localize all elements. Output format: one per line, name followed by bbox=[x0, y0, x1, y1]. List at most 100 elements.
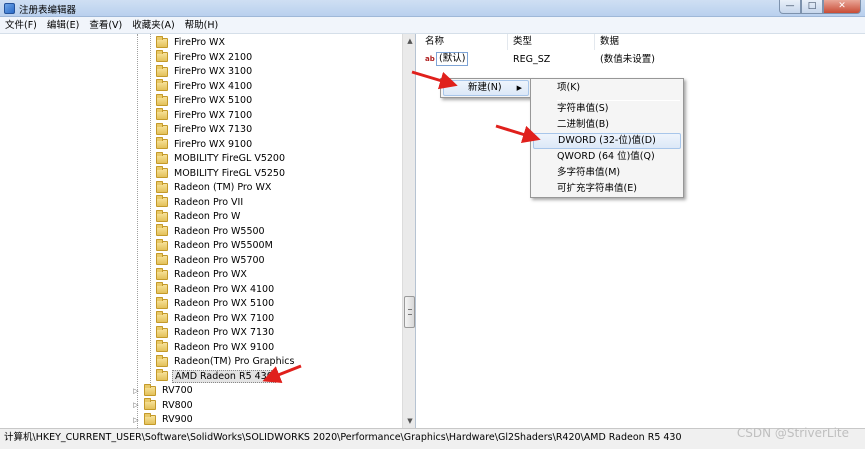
submenu-dword-value[interactable]: DWORD (32-位)值(D) bbox=[533, 133, 681, 149]
tree-guide-line bbox=[137, 34, 138, 428]
tree-item-label: FirePro WX 7130 bbox=[174, 124, 253, 136]
tree-item[interactable]: Radeon Pro WX 5100 bbox=[156, 296, 276, 312]
expand-arrow-icon[interactable]: ▷ bbox=[132, 401, 140, 409]
folder-icon bbox=[144, 412, 156, 425]
scroll-up-icon[interactable]: ▲ bbox=[403, 34, 415, 48]
menu-file[interactable]: 文件(F) bbox=[0, 17, 42, 34]
tree-vertical-scrollbar[interactable]: ▲ ▼ bbox=[402, 34, 415, 428]
tree-item[interactable]: FirePro WX bbox=[156, 35, 227, 51]
window-controls: — □ ✕ bbox=[779, 0, 861, 14]
tree-item-label: FirePro WX 3100 bbox=[174, 66, 253, 78]
folder-icon bbox=[156, 137, 168, 150]
menu-bar: 文件(F) 编辑(E) 查看(V) 收藏夹(A) 帮助(H) bbox=[0, 17, 865, 34]
tree-item[interactable]: Radeon(TM) Pro Graphics bbox=[156, 354, 296, 370]
folder-icon bbox=[156, 267, 168, 280]
folder-icon bbox=[156, 238, 168, 251]
tree-item-label: Radeon Pro W5700 bbox=[174, 254, 265, 266]
folder-icon bbox=[144, 398, 156, 411]
submenu-arrow-icon: ▶ bbox=[516, 84, 522, 92]
folder-icon bbox=[144, 383, 156, 396]
key-tree-pane[interactable]: FirePro WX FirePro WX 2100 FirePro WX 3100… bbox=[0, 34, 416, 428]
tree-item[interactable]: Radeon Pro WX 7100 bbox=[156, 311, 276, 326]
tree-item[interactable]: Radeon (TM) Pro WX bbox=[156, 180, 273, 196]
tree-item-label: MOBILITY FireGL V5250 bbox=[174, 167, 286, 179]
expand-arrow-icon[interactable]: ▷ bbox=[132, 387, 140, 395]
menu-favorites[interactable]: 收藏夹(A) bbox=[127, 17, 179, 34]
column-header-data[interactable]: 数据 bbox=[595, 34, 865, 50]
folder-icon bbox=[156, 195, 168, 208]
tree-item[interactable]: ▷ RV800 bbox=[132, 398, 195, 413]
expand-arrow-icon[interactable]: ▷ bbox=[132, 416, 140, 424]
scroll-thumb[interactable] bbox=[404, 296, 415, 328]
tree-item-label: Radeon Pro WX 4100 bbox=[174, 283, 275, 295]
tree-item-label: Radeon Pro WX 7130 bbox=[174, 327, 275, 339]
tree-item-label: Radeon Pro WX 9100 bbox=[174, 341, 275, 353]
tree-item[interactable]: FirePro WX 5100 bbox=[156, 93, 254, 109]
minimize-button[interactable]: — bbox=[779, 0, 801, 14]
tree-item[interactable]: Radeon Pro WX 4100 bbox=[156, 282, 276, 297]
tree-item[interactable]: Radeon Pro W5500M bbox=[156, 238, 275, 254]
tree-item-label: FirePro WX 2100 bbox=[174, 51, 253, 63]
tree-item[interactable]: FirePro WX 2100 bbox=[156, 50, 254, 65]
tree-item[interactable]: Radeon Pro VII bbox=[156, 195, 245, 210]
tree-item[interactable]: MOBILITY FireGL V5250 bbox=[156, 166, 287, 181]
context-new-label: 新建(N) bbox=[468, 82, 502, 93]
submenu-key[interactable]: 项(K) bbox=[533, 80, 681, 96]
tree-item[interactable]: ▷ RV700 bbox=[132, 383, 195, 399]
folder-icon bbox=[156, 122, 168, 135]
folder-icon bbox=[156, 224, 168, 237]
tree-item[interactable]: Radeon Pro W5700 bbox=[156, 253, 267, 268]
tree-item[interactable]: Radeon Pro WX 7130 bbox=[156, 325, 276, 341]
tree-item[interactable]: Radeon Pro W5500 bbox=[156, 224, 267, 239]
folder-icon bbox=[156, 209, 168, 222]
tree-item[interactable]: FirePro WX 9100 bbox=[156, 137, 254, 152]
context-menu: 新建(N) ▶ bbox=[440, 78, 532, 98]
folder-icon bbox=[156, 369, 168, 382]
watermark: CSDN @StriverLite bbox=[736, 426, 849, 440]
menu-edit[interactable]: 编辑(E) bbox=[42, 17, 84, 34]
tree-item[interactable]: FirePro WX 3100 bbox=[156, 64, 254, 80]
tree-item-label: FirePro WX bbox=[174, 37, 225, 49]
submenu-string-value[interactable]: 字符串值(S) bbox=[533, 101, 681, 117]
submenu-multi-string-value[interactable]: 多字符串值(M) bbox=[533, 165, 681, 181]
tree-item-label: AMD Radeon R5 430 bbox=[172, 369, 276, 383]
scroll-down-icon[interactable]: ▼ bbox=[403, 414, 415, 428]
tree-item-label: RV900 bbox=[162, 414, 193, 426]
column-header-type[interactable]: 类型 bbox=[508, 34, 595, 50]
submenu-expandable-string-value[interactable]: 可扩充字符串值(E) bbox=[533, 181, 681, 197]
title-bar: 注册表编辑器 — □ ✕ bbox=[0, 0, 865, 17]
tree-item-label: Radeon Pro WX 7100 bbox=[174, 312, 275, 324]
tree-item[interactable]: FirePro WX 7100 bbox=[156, 108, 254, 123]
column-header-name[interactable]: 名称 bbox=[420, 34, 508, 50]
folder-icon bbox=[156, 79, 168, 92]
tree-guide-line bbox=[150, 34, 151, 387]
tree-item[interactable]: ▷ RV900 bbox=[132, 412, 195, 428]
tree-item-label: Radeon Pro VII bbox=[174, 196, 244, 208]
context-new-item[interactable]: 新建(N) ▶ bbox=[443, 80, 529, 96]
tree-item[interactable]: AMD Radeon R5 430 bbox=[156, 369, 276, 384]
tree-item[interactable]: Radeon Pro WX 9100 bbox=[156, 340, 276, 355]
folder-icon bbox=[156, 311, 168, 324]
value-name-default[interactable]: (默认) bbox=[436, 52, 469, 66]
maximize-button[interactable]: □ bbox=[801, 0, 823, 14]
menu-help[interactable]: 帮助(H) bbox=[180, 17, 224, 34]
close-button[interactable]: ✕ bbox=[823, 0, 861, 14]
tree-item[interactable]: Radeon Pro W bbox=[156, 209, 242, 225]
tree-item-label: Radeon Pro W5500M bbox=[174, 240, 273, 252]
folder-icon bbox=[156, 340, 168, 353]
submenu-qword-value[interactable]: QWORD (64 位)值(Q) bbox=[533, 149, 681, 165]
folder-icon bbox=[156, 180, 168, 193]
tree-item[interactable]: Radeon Pro WX bbox=[156, 267, 249, 283]
folder-icon bbox=[156, 93, 168, 106]
tree-item[interactable]: FirePro WX 4100 bbox=[156, 79, 254, 94]
tree-item-label: Radeon(TM) Pro Graphics bbox=[174, 356, 295, 368]
tree-item-label: MOBILITY FireGL V5200 bbox=[174, 153, 286, 165]
tree-item[interactable]: MOBILITY FireGL V5200 bbox=[156, 151, 287, 167]
folder-icon bbox=[156, 64, 168, 77]
folder-icon bbox=[156, 108, 168, 121]
folder-icon bbox=[156, 166, 168, 179]
menu-view[interactable]: 查看(V) bbox=[84, 17, 127, 34]
tree-item[interactable]: FirePro WX 7130 bbox=[156, 122, 254, 138]
value-type: REG_SZ bbox=[513, 54, 551, 65]
submenu-binary-value[interactable]: 二进制值(B) bbox=[533, 117, 681, 133]
